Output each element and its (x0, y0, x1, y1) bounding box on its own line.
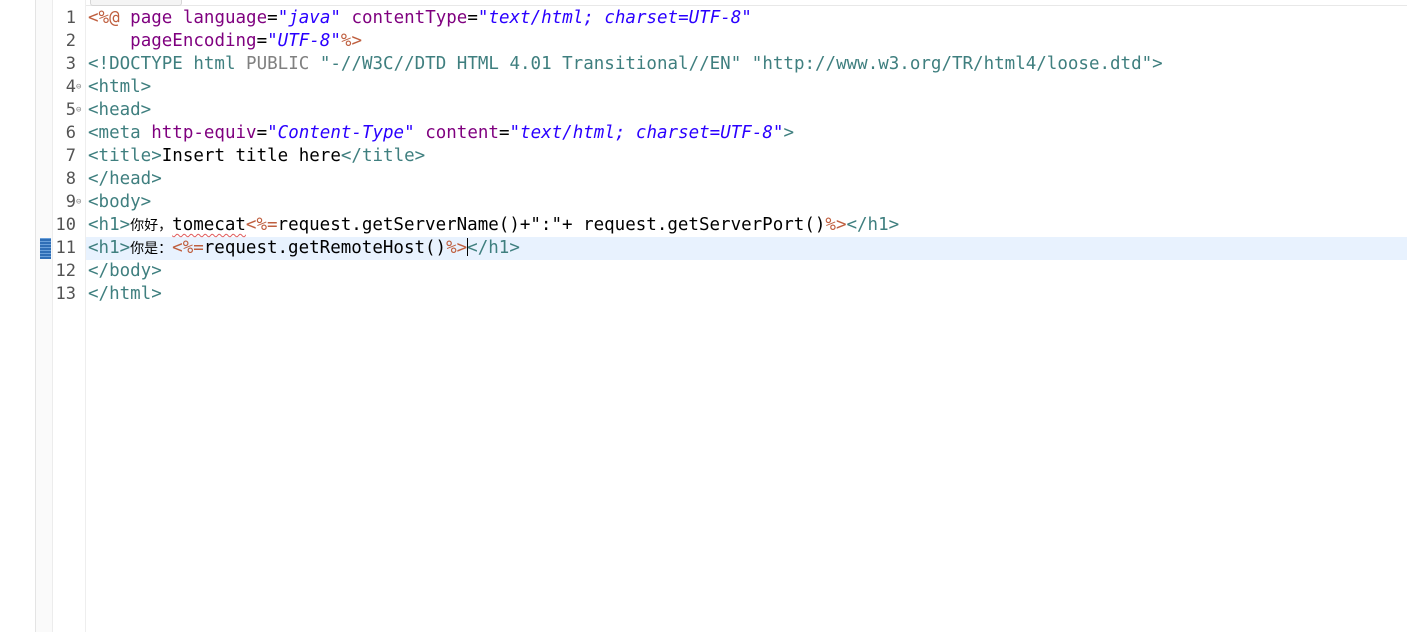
code-token-docstr: "-//W3C//DTD HTML 4.01 Transitional//EN" (319, 54, 742, 74)
line-number: 6 (65, 123, 76, 143)
code-token-doc: > (1152, 54, 1163, 74)
code-token-tag: <title> (88, 146, 162, 166)
code-token-docstr: "http://www.w3.org/TR/html4/loose.dtd" (751, 54, 1153, 74)
line-number: 2 (65, 31, 76, 51)
code-token-attr: language (182, 8, 268, 28)
current-line-marker (40, 238, 51, 259)
code-token-tag: </body> (88, 261, 162, 281)
code-token-cn: 你是： (130, 241, 173, 257)
code-token-tag: </head> (88, 169, 162, 189)
code-token-text: = (256, 123, 268, 143)
code-token-tag: > (783, 123, 794, 143)
code-token-tag: <body> (88, 192, 152, 212)
code-token-text: Insert title here (161, 146, 341, 166)
code-token-tag: </html> (88, 284, 162, 304)
line-number: 13 (55, 284, 76, 304)
code-token-jsp: %> (340, 31, 362, 51)
line-number-gutter: 1 2 3 4 ⊖ 5 ⊖ 6 7 8 9 ⊖ 10 11 12 13 (53, 0, 86, 632)
code-token-tag: <head> (88, 100, 152, 120)
code-token-str: "UTF-8" (267, 31, 341, 51)
code-token-jsp: <%@ (88, 8, 131, 28)
code-line[interactable]: <title>Insert title here</title> (88, 145, 425, 168)
code-token-doc: html (193, 54, 247, 74)
code-token-attr: page (130, 8, 183, 28)
code-editor[interactable] (86, 0, 1407, 632)
code-line[interactable]: <body> (88, 191, 151, 214)
code-line[interactable]: <h1>你是：<%=request.getRemoteHost()%></h1> (88, 237, 520, 260)
line-number: 4 (65, 77, 76, 97)
code-token-jsp: <%= (245, 215, 278, 235)
code-token-text: = (467, 8, 478, 28)
line-number: 10 (55, 215, 76, 235)
annotation-ruler[interactable] (36, 0, 53, 632)
code-line[interactable]: <%@ page language="java" contentType="te… (88, 7, 752, 30)
code-token-tag: </h1> (846, 215, 900, 235)
code-token-str: "text/html; charset=UTF-8" (509, 123, 784, 143)
code-token-tag: <h1> (88, 215, 131, 235)
code-token-tag: <h1> (88, 238, 131, 258)
line-number: 3 (65, 54, 76, 74)
code-token-jsp: %> (446, 238, 468, 258)
code-token-attr: pageEncoding (130, 31, 257, 51)
code-line[interactable]: pageEncoding="UTF-8"%> (88, 30, 362, 53)
code-line[interactable]: </head> (88, 168, 162, 191)
code-line[interactable]: <head> (88, 99, 151, 122)
code-token-text: = (498, 123, 510, 143)
fold-toggle-icon[interactable]: ⊖ (76, 76, 85, 99)
code-token-str: "text/html; charset=UTF-8" (477, 8, 752, 28)
code-token-text: request.getServerName()+":"+ request.get… (277, 215, 826, 235)
code-token-attr: http-equiv (151, 123, 257, 143)
code-token-tag: <meta (88, 123, 152, 143)
line-number: 5 (65, 100, 76, 120)
code-token-cn: 你好， (130, 218, 173, 234)
line-number: 11 (55, 238, 76, 258)
code-token-tag: </title> (340, 146, 426, 166)
code-line[interactable]: <html> (88, 76, 151, 99)
code-line[interactable]: </html> (88, 283, 162, 306)
code-line[interactable]: <!DOCTYPE html PUBLIC "-//W3C//DTD HTML … (88, 53, 1163, 76)
fold-toggle-icon[interactable]: ⊖ (76, 191, 85, 214)
code-line[interactable]: <h1>你好，tomecat<%=request.getServerName()… (88, 214, 899, 237)
code-token-jsp: <%= (172, 238, 204, 258)
code-line[interactable]: </body> (88, 260, 162, 283)
code-token-text: = (256, 31, 268, 51)
code-line[interactable]: <meta http-equiv="Content-Type" content=… (88, 122, 794, 145)
line-number: 7 (65, 146, 76, 166)
line-number: 9 (65, 192, 76, 212)
editor-left-margin (0, 0, 36, 632)
line-number: 12 (55, 261, 76, 281)
code-token-tag: <html> (88, 77, 152, 97)
fold-toggle-icon[interactable]: ⊖ (76, 99, 85, 122)
code-token-text: = (267, 8, 278, 28)
code-token-str: "Content-Type" (267, 123, 415, 143)
code-token-text: request.getRemoteHost() (203, 238, 447, 258)
code-token-dockw: PUBLIC (246, 54, 320, 74)
line-number: 1 (65, 8, 76, 28)
line-number: 8 (65, 169, 76, 189)
code-token-str: "java" (277, 8, 341, 28)
code-token-squiggle: tomecat (172, 215, 246, 235)
code-token-tag: </h1> (467, 238, 520, 258)
code-token-attr: contentType (351, 8, 468, 28)
code-token-attr: content (425, 123, 499, 143)
code-token-jsp: %> (825, 215, 847, 235)
code-token-doc: <!DOCTYPE (88, 54, 194, 74)
